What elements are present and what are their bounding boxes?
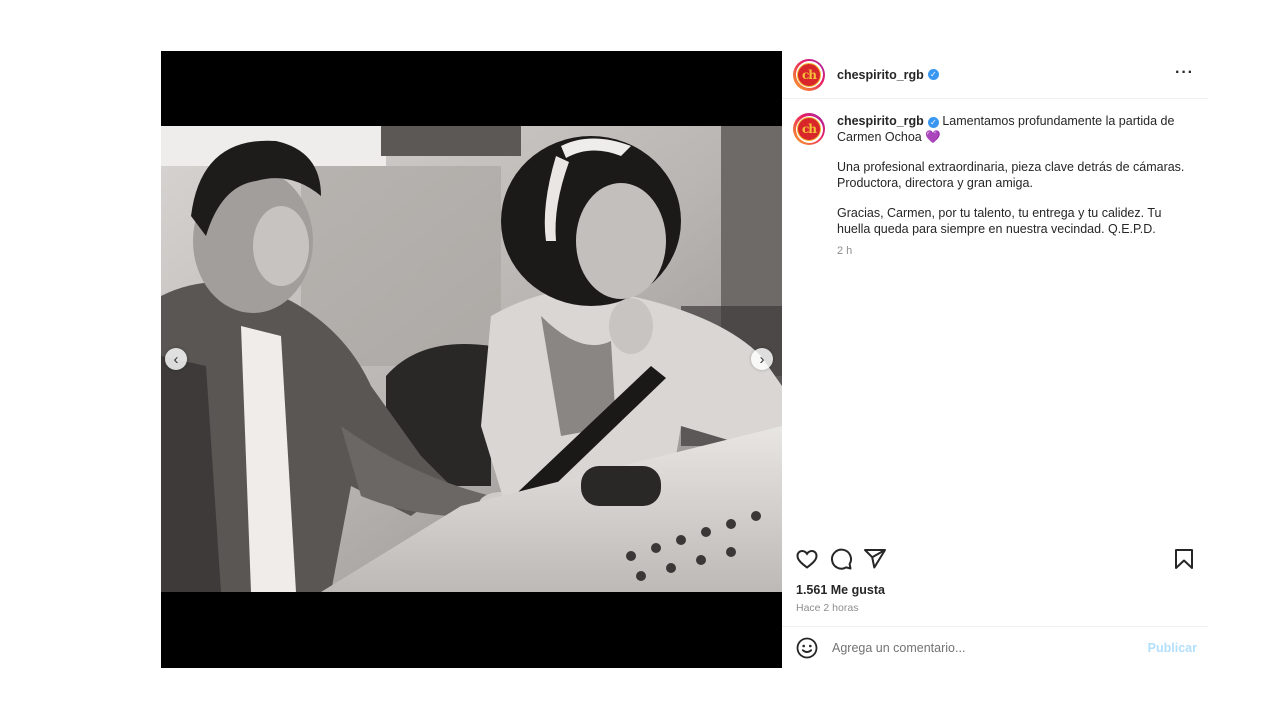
carousel-next-button[interactable]: › <box>751 348 773 370</box>
heart-icon <box>796 549 818 569</box>
purple-heart-emoji: 💜 <box>925 130 941 144</box>
caption-text-2: Una profesional extraordinaria, pieza cl… <box>837 160 1185 190</box>
save-button[interactable] <box>1172 547 1196 571</box>
logo-text: ch <box>801 122 817 136</box>
bookmark-icon <box>1175 549 1193 569</box>
like-button[interactable] <box>795 547 819 571</box>
post-media: ‹ › <box>161 51 782 668</box>
logo-text: ch <box>801 67 817 82</box>
post-side-panel: ch chespirito_rgb ✓ ··· ch chespirito_rg… <box>782 51 1208 668</box>
avatar-ring: ch <box>795 61 823 88</box>
comment-icon <box>831 548 852 570</box>
carousel-prev-button[interactable]: ‹ <box>165 348 187 370</box>
action-bar <box>795 547 1196 571</box>
comment-bar: Publicar <box>782 626 1208 669</box>
comment-input[interactable] <box>830 640 1148 656</box>
caption-line1: chespirito_rgb ✓ Lamentamos profundamente… <box>837 113 1187 145</box>
chespirito-logo: ch <box>797 62 821 87</box>
black-and-white-photo <box>161 126 782 592</box>
caption-username[interactable]: chespirito_rgb <box>837 114 924 128</box>
send-icon <box>864 549 886 569</box>
header-username[interactable]: chespirito_rgb <box>837 68 924 82</box>
emoji-button[interactable] <box>795 636 819 660</box>
instagram-post: ‹ › ch chespirito_rgb ✓ ··· ch chespirit… <box>161 51 1208 668</box>
caption: ch chespirito_rgb ✓ Lamentamos profundame… <box>782 99 1208 259</box>
verified-badge-icon: ✓ <box>927 69 939 80</box>
avatar[interactable]: ch <box>793 58 825 91</box>
verified-badge-icon: ✓ <box>927 117 939 128</box>
post-photo <box>161 126 782 592</box>
caption-body: chespirito_rgb ✓ Lamentamos profundamente… <box>837 113 1187 259</box>
caption-avatar[interactable]: ch <box>793 113 825 145</box>
post-header: ch chespirito_rgb ✓ ··· <box>782 51 1208 99</box>
avatar-ring: ch <box>795 115 823 143</box>
caption-text-3: Gracias, Carmen, por tu talento, tu entr… <box>837 206 1162 236</box>
chevron-left-icon: ‹ <box>173 350 179 368</box>
publish-button[interactable]: Publicar <box>1148 641 1197 655</box>
chevron-right-icon: › <box>759 350 765 368</box>
share-button[interactable] <box>863 547 887 571</box>
chespirito-logo: ch <box>797 117 821 141</box>
post-time-ago[interactable]: Hace 2 horas <box>796 602 858 614</box>
caption-time[interactable]: 2 h <box>837 243 1187 259</box>
comment-button[interactable] <box>829 547 853 571</box>
smiley-icon <box>796 637 818 659</box>
more-horizontal-icon[interactable]: ··· <box>1175 64 1194 82</box>
likes-count[interactable]: 1.561 Me gusta <box>796 583 885 597</box>
